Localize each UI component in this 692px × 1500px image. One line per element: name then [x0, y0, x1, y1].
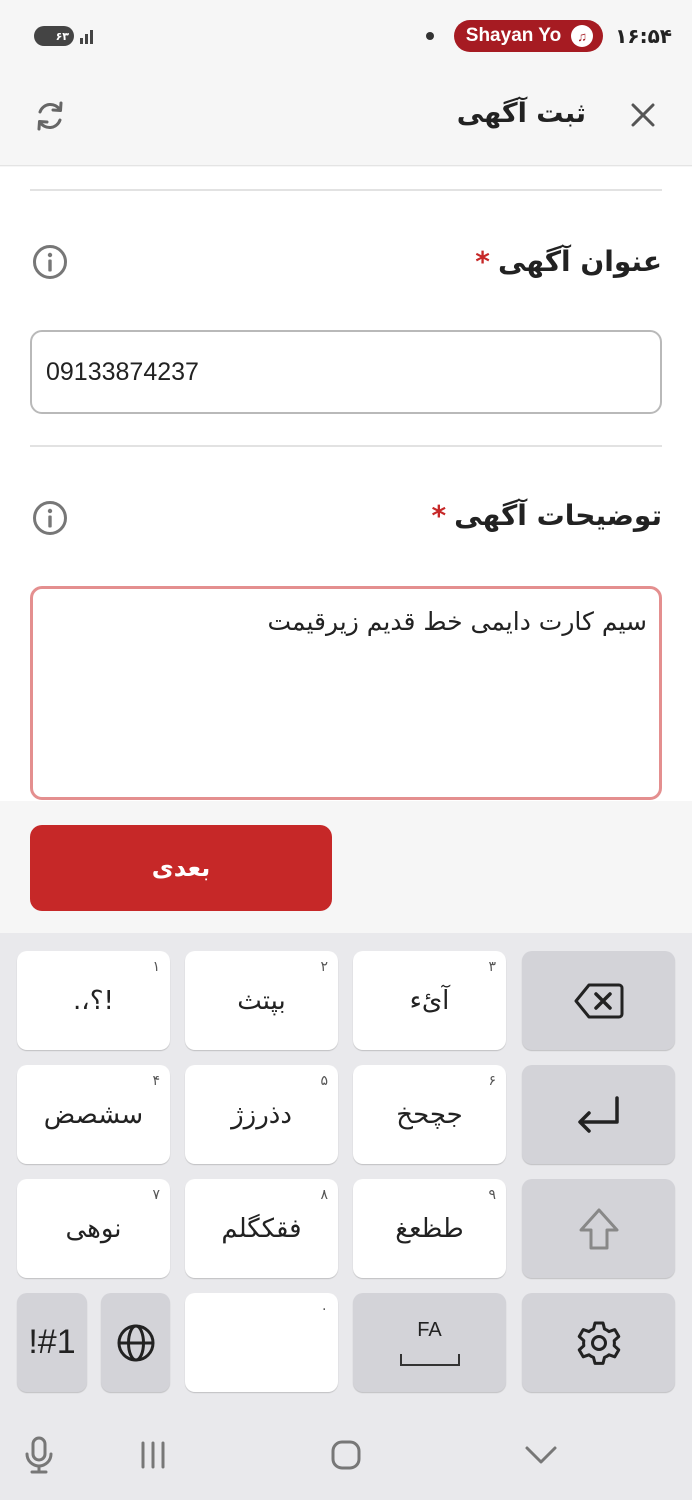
- key-5[interactable]: ۵ دذرزژ: [185, 1065, 338, 1164]
- refresh-icon[interactable]: [32, 98, 68, 134]
- signal-icon: [80, 28, 93, 44]
- key-3[interactable]: ۳ آئء: [353, 951, 506, 1050]
- space-bar-icon: [399, 1354, 460, 1366]
- key-8[interactable]: ۸ فقکگلم: [185, 1179, 338, 1278]
- globe-icon: [117, 1324, 154, 1361]
- shift-key[interactable]: [522, 1179, 675, 1278]
- space-language-key[interactable]: FA: [353, 1293, 506, 1392]
- space-key[interactable]: ۰: [185, 1293, 338, 1392]
- title-input[interactable]: 09133874237: [30, 330, 662, 414]
- notification-dot: [425, 32, 434, 40]
- media-notification[interactable]: Shayan Yo ♫: [453, 20, 604, 52]
- music-note-icon: ♫: [571, 25, 594, 47]
- settings-key[interactable]: [522, 1293, 675, 1392]
- language-key[interactable]: [101, 1293, 170, 1392]
- page-title: ثبت آگهی: [456, 98, 586, 129]
- key-1[interactable]: ۱ !؟،.: [17, 951, 170, 1050]
- form-content: عنوان آگهی* 09133874237 توضیحات آگهی* سی…: [0, 167, 692, 801]
- required-mark: *: [475, 245, 490, 278]
- next-button[interactable]: بعدی: [30, 825, 332, 911]
- enter-icon: [577, 1095, 619, 1133]
- battery-indicator: ۶۳: [34, 26, 74, 46]
- description-field-label: توضیحات آگهی*: [431, 499, 662, 532]
- shift-icon: [579, 1208, 618, 1249]
- status-bar: ۶۳ Shayan Yo ♫ ۱۶:۵۴: [0, 0, 692, 72]
- microphone-icon[interactable]: [14, 1430, 64, 1480]
- key-4[interactable]: ۴ سشصض: [17, 1065, 170, 1164]
- symbols-key[interactable]: !#1: [17, 1293, 87, 1392]
- status-left: ۶۳: [34, 26, 93, 46]
- info-icon[interactable]: [32, 244, 68, 280]
- title-field-label: عنوان آگهی*: [475, 245, 662, 278]
- key-9[interactable]: ۹ طظعغ: [353, 1179, 506, 1278]
- required-mark: *: [431, 499, 447, 532]
- navigation-bar: [0, 1408, 692, 1500]
- backspace-icon: [574, 983, 623, 1018]
- key-6[interactable]: ۶ جچحخ: [353, 1065, 506, 1164]
- divider: [30, 445, 662, 447]
- divider: [30, 189, 662, 191]
- action-area: بعدی: [0, 801, 692, 933]
- gear-icon: [577, 1321, 620, 1365]
- recent-apps-icon[interactable]: [128, 1430, 178, 1480]
- enter-key[interactable]: [522, 1065, 675, 1164]
- chevron-down-icon[interactable]: [516, 1430, 566, 1480]
- app-bar: ثبت آگهی: [0, 72, 692, 166]
- key-7[interactable]: ۷ نوهی: [17, 1179, 170, 1278]
- info-icon[interactable]: [32, 500, 68, 536]
- home-icon[interactable]: [321, 1430, 371, 1480]
- key-2[interactable]: ۲ بپتث: [185, 951, 338, 1050]
- status-right: Shayan Yo ♫ ۱۶:۵۴: [425, 20, 672, 52]
- clock: ۱۶:۵۴: [615, 24, 672, 48]
- backspace-key[interactable]: [522, 951, 675, 1050]
- close-icon[interactable]: [628, 100, 658, 130]
- description-textarea[interactable]: سیم کارت دایمی خط قدیم زیرقیمت: [30, 586, 662, 800]
